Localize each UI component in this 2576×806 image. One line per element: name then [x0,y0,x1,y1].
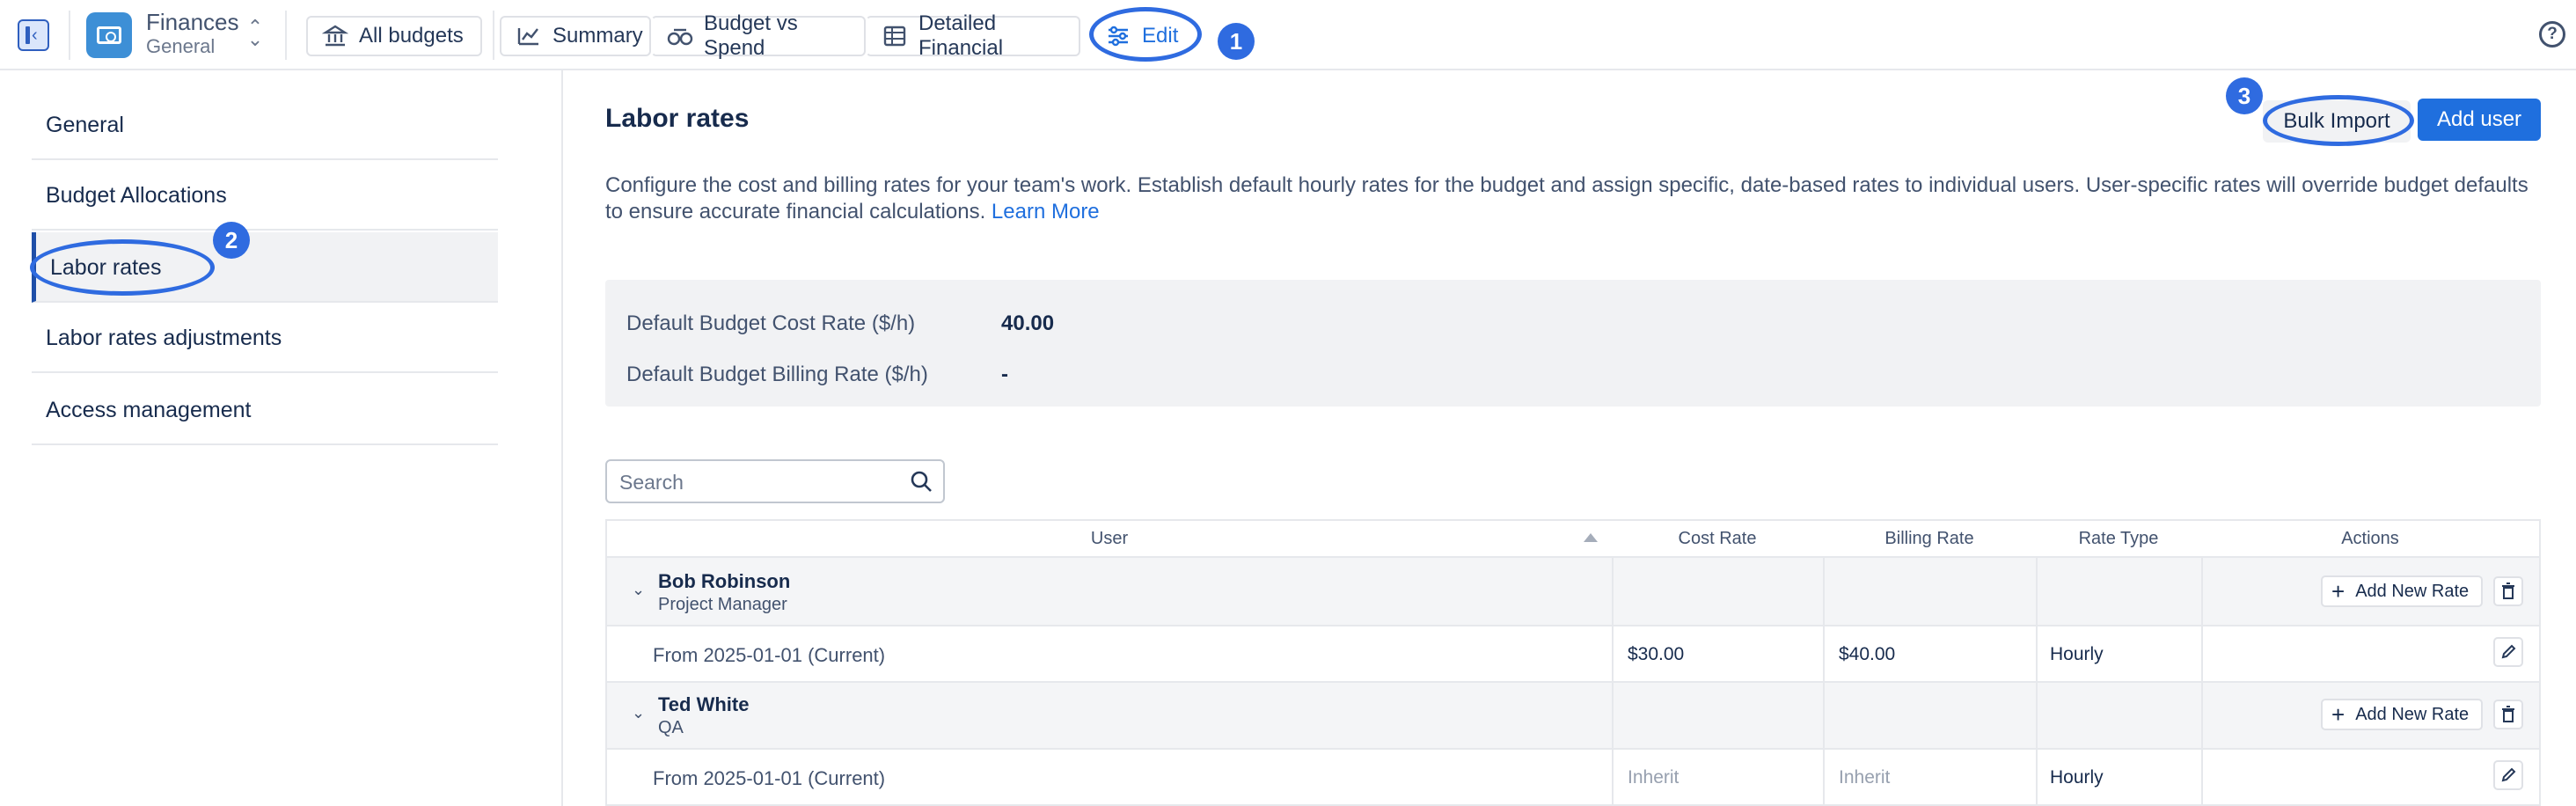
user-group-row: ⌄ Bob Robinson Project Manager + Add New… [607,558,2539,625]
divider [493,11,494,60]
tab-detailed-financial[interactable]: Detailed Financial [866,11,1080,60]
user-name: Bob Robinson [658,570,791,592]
search-input[interactable] [619,470,901,495]
all-budgets-label: All budgets [359,24,464,48]
rate-period: From 2025-01-01 (Current) [653,767,886,789]
bank-icon [321,23,349,49]
delete-user-button[interactable] [2493,576,2523,606]
annotation-ring-edit [1089,7,1202,62]
description-text: Configure the cost and billing rates for… [605,173,2528,223]
default-billing-rate-value: - [1001,363,1008,386]
sidebar-item-general[interactable]: General [32,90,498,160]
trash-icon [2495,706,2521,731]
tab-detailed-financial-label: Detailed Financial [918,11,1004,60]
rate-type-value: Hourly [2050,767,2104,788]
divider [69,11,70,60]
annotation-badge-1: 1 [1218,23,1255,60]
default-rates-panel: Default Budget Cost Rate ($/h) 40.00 Def… [605,280,2541,407]
edit-rate-button[interactable] [2493,760,2523,790]
column-header-user[interactable]: User [607,521,1612,556]
billing-rate-value: $40.00 [1839,644,1896,664]
app-name[interactable]: Finances [146,9,239,36]
plus-icon: + [2331,578,2345,604]
tab-summary-label: Summary [553,24,643,48]
edit-rate-button[interactable] [2493,637,2523,667]
page-title: Labor rates [605,104,750,133]
sidebar-item-labor-rates-adjustments[interactable]: Labor rates adjustments [32,303,498,373]
billing-rate-value: Inherit [1839,767,1891,788]
chevron-up-down-icon[interactable]: ⌃ ⌄ [246,18,264,49]
chevron-down-icon[interactable]: ⌄ [632,581,645,599]
rate-type-value: Hourly [2050,644,2104,664]
labor-rates-table: User Cost Rate Billing Rate Rate Type Ac… [605,519,2541,806]
rate-row: From 2025-01-01 (Current) Inherit Inheri… [607,750,2539,804]
sort-ascending-icon[interactable] [1584,533,1598,542]
column-header-actions: Actions [2341,529,2399,548]
plus-icon: + [2331,701,2345,728]
column-header-rate-type: Rate Type [2078,529,2159,548]
learn-more-link[interactable]: Learn More [992,200,1100,223]
divider [285,11,287,60]
top-bar: ‹ Finances General ⌃ ⌄ All budgets Summar… [0,0,2576,70]
add-new-rate-button[interactable]: + Add New Rate [2321,575,2483,607]
chevron-down-icon[interactable]: ⌄ [632,704,645,722]
rate-row: From 2025-01-01 (Current) $30.00 $40.00 … [607,626,2539,681]
table-icon [882,23,908,49]
finances-app-icon [86,12,132,58]
chart-icon [516,23,542,49]
annotation-badge-2: 2 [213,222,250,259]
cost-rate-value: Inherit [1628,767,1680,788]
cost-rate-value: $30.00 [1628,644,1685,664]
annotation-badge-3: 3 [2226,77,2263,114]
user-group-row: ⌄ Ted White QA + Add New Rate [607,683,2539,750]
app-subtitle: General [146,35,216,57]
user-name: Ted White [658,693,750,715]
add-user-button[interactable]: Add user [2418,99,2541,141]
sidebar-item-access-management[interactable]: Access management [32,375,498,445]
column-header-cost-rate: Cost Rate [1678,529,1757,548]
annotation-ring-labor-rates [30,239,215,296]
all-budgets-button[interactable]: All budgets [306,16,482,56]
pencil-icon [2495,644,2521,669]
trash-icon [2495,583,2521,608]
sidebar-toggle-icon[interactable]: ‹ [18,19,49,51]
help-icon[interactable]: ? [2539,21,2565,48]
user-role: Project Manager [658,595,787,614]
add-new-rate-label: Add New Rate [2355,704,2470,724]
page-description: Configure the cost and billing rates for… [605,172,2541,225]
add-new-rate-label: Add New Rate [2355,581,2470,601]
tab-budget-vs-spend-label: Budget vs Spend [704,11,798,60]
scale-icon [667,23,693,49]
pencil-icon [2495,767,2521,792]
annotation-ring-bulk-import [2263,95,2414,146]
default-cost-rate-value: 40.00 [1001,311,1055,335]
rate-period: From 2025-01-01 (Current) [653,644,886,666]
add-new-rate-button[interactable]: + Add New Rate [2321,699,2483,730]
search-box [605,459,945,503]
tab-budget-vs-spend[interactable]: Budget vs Spend [651,11,866,60]
sidebar-item-budget-allocations[interactable]: Budget Allocations [32,160,498,231]
delete-user-button[interactable] [2493,700,2523,729]
default-cost-rate-label: Default Budget Cost Rate ($/h) [626,311,916,335]
tab-summary[interactable]: Summary [500,16,651,56]
column-header-billing-rate: Billing Rate [1884,529,1974,548]
settings-sidebar: General Budget Allocations Labor rates L… [0,70,563,806]
user-role: QA [658,718,684,737]
default-billing-rate-label: Default Budget Billing Rate ($/h) [626,363,928,386]
search-icon[interactable] [910,470,933,493]
